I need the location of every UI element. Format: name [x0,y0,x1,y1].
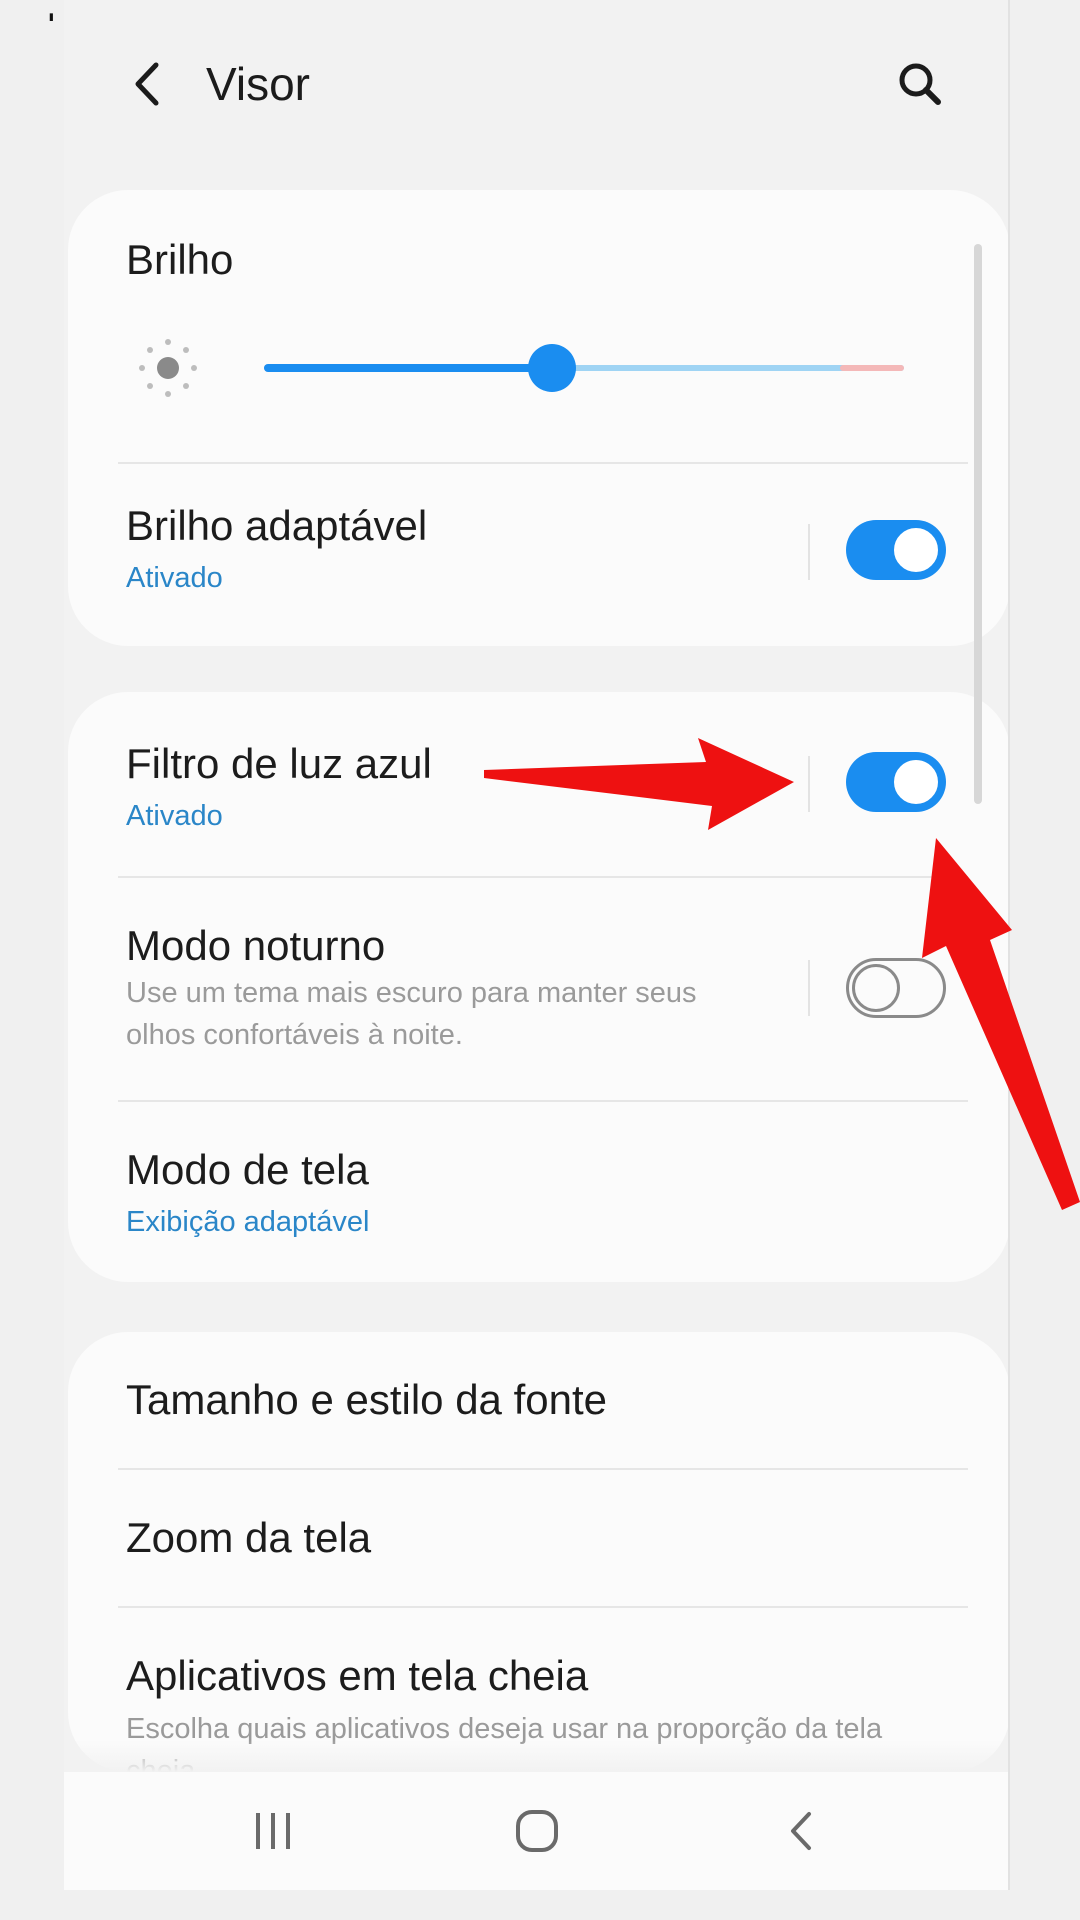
recents-icon [256,1813,290,1849]
blue-light-filter-status: Ativado [126,800,223,832]
phone-screen: Visor Brilho Brilho adaptável Ativado Fi… [64,0,1010,1890]
font-size-style-row[interactable]: Tamanho e estilo da fonte [68,1332,1008,1468]
app-bar: Visor [64,0,1008,170]
navigation-bar [64,1772,1008,1890]
screen-mode-label: Modo de tela [126,1146,369,1193]
screen-mode-value: Exibição adaptável [126,1206,370,1238]
toggle-knob [852,964,900,1012]
page-title: Visor [206,58,310,110]
chevron-left-icon [135,62,159,106]
brightness-slider[interactable] [264,344,904,392]
brightness-card: Brilho Brilho adaptável Ativado [68,190,1008,646]
adaptive-brightness-row[interactable]: Brilho adaptável Ativado [68,462,1008,646]
brightness-label: Brilho [126,236,234,283]
search-icon [899,63,941,105]
night-mode-label: Modo noturno [126,922,386,969]
back-button[interactable] [118,54,178,114]
row-separator [808,960,810,1016]
display-options-card: Filtro de luz azul Ativado Modo noturno … [68,692,1008,1282]
adaptive-brightness-status: Ativado [126,562,223,594]
night-mode-row[interactable]: Modo noturno Use um tema mais escuro par… [68,876,1008,1100]
home-icon [516,1810,558,1852]
scroll-fade [64,1740,1008,1772]
night-mode-description: Use um tema mais escuro para manter seus… [126,977,697,1051]
blue-light-filter-label: Filtro de luz azul [126,740,432,787]
row-separator [808,524,810,580]
toggle-knob [892,758,940,806]
fullscreen-apps-label: Aplicativos em tela cheia [126,1652,589,1699]
back-icon [791,1812,811,1850]
slider-thumb[interactable] [528,344,576,392]
blue-light-filter-toggle[interactable] [846,752,946,812]
home-button[interactable] [492,1796,582,1866]
scrollbar[interactable] [974,244,982,804]
screen-zoom-row[interactable]: Zoom da tela [68,1468,1008,1606]
corner-mark: ˈ [44,6,59,55]
night-mode-toggle[interactable] [846,958,946,1018]
search-button[interactable] [890,54,950,114]
adaptive-brightness-label: Brilho adaptável [126,502,428,549]
slider-track-warm [840,365,904,371]
sun-icon [139,339,197,397]
toggle-knob [892,526,940,574]
font-zoom-card: Tamanho e estilo da fonte Zoom da tela A… [68,1332,1008,1772]
adaptive-brightness-toggle[interactable] [846,520,946,580]
blue-light-filter-row[interactable]: Filtro de luz azul Ativado [68,692,1008,876]
screen-zoom-label: Zoom da tela [126,1514,372,1561]
slider-fill [264,364,552,372]
back-nav-button[interactable] [756,1796,846,1866]
font-size-style-label: Tamanho e estilo da fonte [126,1376,607,1423]
recents-button[interactable] [228,1796,318,1866]
screen-mode-row[interactable]: Modo de tela Exibição adaptável [68,1100,1008,1282]
row-separator [808,756,810,812]
